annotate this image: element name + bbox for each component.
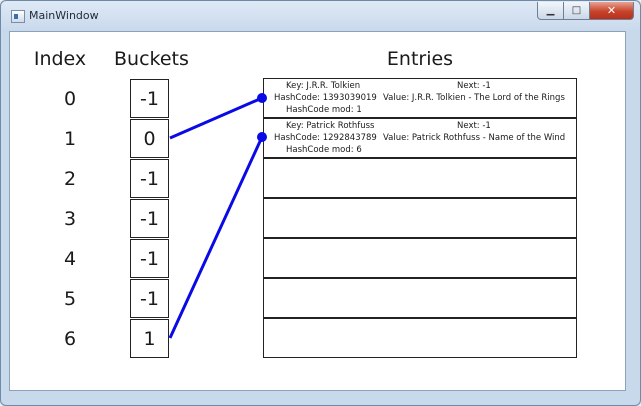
main-window: MainWindow ▁ □ ✕ Index Buckets Entries 0… [0,0,641,406]
maximize-button[interactable]: □ [564,2,590,20]
close-button[interactable]: ✕ [590,2,634,20]
close-icon: ✕ [606,4,617,17]
link-endpoint-entry-0 [257,93,267,103]
app-window-icon[interactable] [11,10,25,23]
link-endpoint-entry-1 [257,132,267,142]
window-title: MainWindow [29,9,99,22]
minimize-button[interactable]: ▁ [537,2,564,20]
title-bar[interactable]: MainWindow ▁ □ ✕ [1,1,640,31]
link-line-bucket-6 [168,136,264,339]
window-controls: ▁ □ ✕ [537,2,634,20]
client-area: Index Buckets Entries 0 -1 Key: J.R.R. Tol… [9,31,626,391]
bucket-entry-links [168,93,267,339]
minimize-icon: ▁ [546,5,555,16]
maximize-icon: □ [571,5,582,16]
link-line-bucket-1 [169,96,263,140]
